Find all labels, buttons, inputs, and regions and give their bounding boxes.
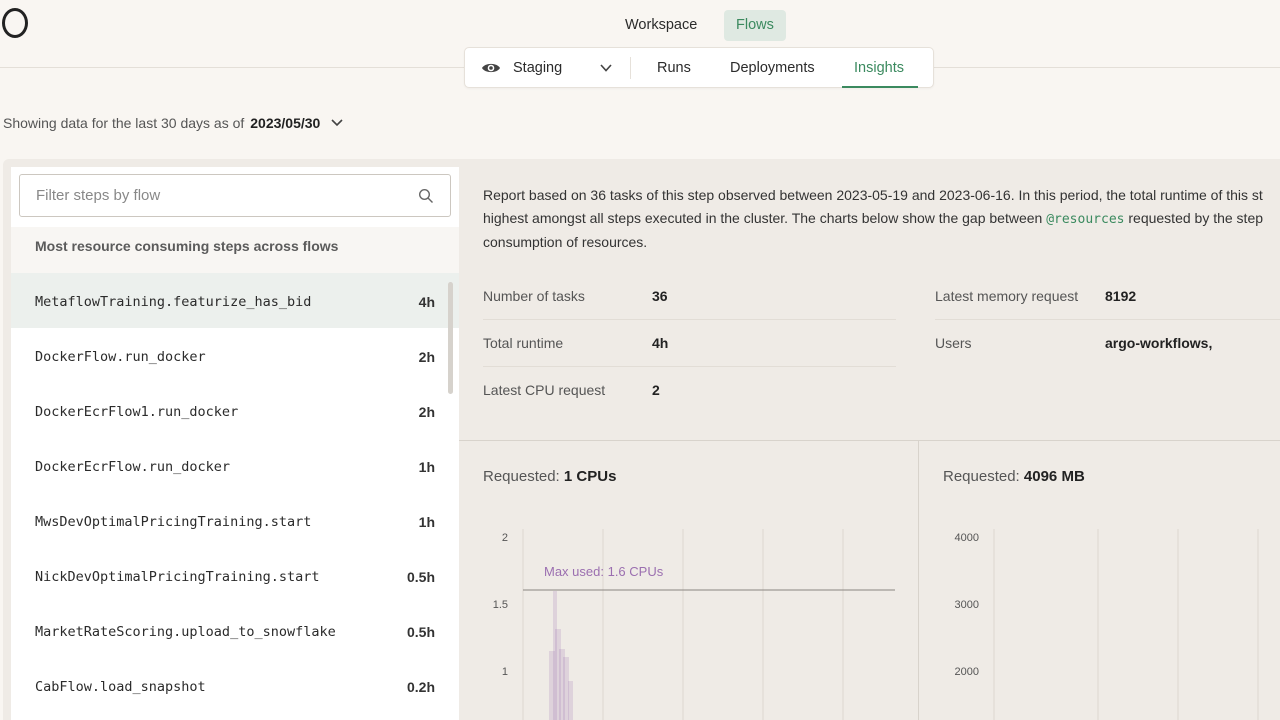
environment-label: Staging [513, 60, 563, 76]
stat-value: 4h [652, 335, 669, 351]
step-name: MarketRateScoring.upload_to_snowflake [35, 624, 336, 640]
step-duration: 2h [418, 349, 435, 365]
list-item[interactable]: DockerEcrFlow.run_docker 1h [11, 438, 459, 493]
tab-runs[interactable]: Runs [657, 48, 691, 88]
list-item[interactable]: MwsDevOptimalPricingTraining.start 1h [11, 493, 459, 548]
insights-main: Report based on 36 tasks of this step ob… [459, 159, 1280, 720]
step-duration: 0.5h [406, 569, 435, 585]
sub-navigation: Staging Runs Deployments Insights [464, 47, 934, 88]
report-line: highest amongst all steps executed in th… [483, 207, 1280, 232]
stat-label: Number of tasks [483, 288, 585, 304]
search-icon[interactable] [418, 188, 434, 204]
stat-total-runtime: Total runtime 4h [483, 320, 896, 367]
list-item[interactable]: DockerEcrFlow1.run_docker 2h [11, 383, 459, 438]
tab-deployments[interactable]: Deployments [730, 48, 815, 88]
list-item[interactable]: DockerFlow.run_docker 2h [11, 328, 459, 383]
stat-value: 8192 [1105, 288, 1137, 304]
steps-sidebar: Most resource consuming steps across flo… [11, 167, 459, 720]
step-name: DockerFlow.run_docker [35, 349, 206, 365]
divider [918, 441, 919, 720]
list-item[interactable]: CabFlow.load_snapshot 0.2h [11, 658, 459, 713]
eye-icon [482, 63, 500, 73]
memory-requested: Requested: 4096 MB [943, 468, 1085, 485]
step-duration: 0.5h [406, 624, 435, 640]
sidebar-heading: Most resource consuming steps across flo… [11, 227, 459, 273]
divider [459, 440, 1280, 441]
step-name: DockerEcrFlow1.run_docker [35, 404, 239, 420]
step-name: MetaflowTraining.featurize_has_bid [35, 294, 312, 310]
y-tick-label: 2 [502, 532, 508, 544]
active-tab-indicator [842, 86, 918, 88]
report-summary: Report based on 36 tasks of this step ob… [483, 184, 1280, 254]
filter-steps-field[interactable] [19, 174, 451, 217]
step-duration: 4h [418, 294, 435, 310]
list-item[interactable]: NickDevOptimalPricingTraining.start 0.5h [11, 548, 459, 603]
stat-value: argo-workflows, [1105, 335, 1213, 351]
sidebar-scrollbar[interactable] [448, 282, 453, 394]
flows-button[interactable]: Flows [724, 10, 786, 41]
stats-right: Latest memory request 8192 Users argo-wo… [935, 273, 1280, 367]
step-list: MetaflowTraining.featurize_has_bid 4h Do… [11, 273, 459, 713]
filter-steps-input[interactable] [36, 175, 406, 216]
date-filter-value: 2023/05/30 [250, 115, 321, 131]
y-tick-label: 3000 [955, 599, 979, 611]
step-duration: 1h [418, 514, 435, 530]
stat-label: Latest memory request [935, 288, 1079, 304]
y-tick-label: 2000 [955, 666, 979, 678]
resources-code: @resources [1046, 211, 1125, 227]
stat-users: Users argo-workflows, [935, 320, 1280, 367]
step-duration: 0.2h [406, 679, 435, 695]
stat-label: Users [935, 335, 972, 351]
stat-label: Latest CPU request [483, 382, 606, 398]
workspace-button[interactable]: Workspace [613, 10, 709, 41]
report-text: highest amongst all steps executed in th… [483, 209, 1047, 226]
chevron-down-icon [600, 64, 612, 72]
cpu-usage-chart: 2 1.5 1 Max used: 1.6 CPUs [493, 529, 895, 720]
cpu-requested-value: 1 CPUs [563, 468, 617, 485]
usage-bar [568, 681, 573, 720]
y-tick-label: 4000 [955, 532, 979, 544]
stat-value: 2 [652, 382, 660, 398]
y-tick-label: 1.5 [493, 599, 508, 611]
memory-usage-chart: 4000 3000 2000 [955, 529, 1259, 720]
stats-left: Number of tasks 36 Total runtime 4h Late… [483, 273, 896, 414]
report-line: Report based on 36 tasks of this step ob… [483, 187, 1263, 203]
divider [630, 57, 631, 79]
step-name: NickDevOptimalPricingTraining.start [35, 569, 320, 585]
stat-number-of-tasks: Number of tasks 36 [483, 273, 896, 320]
step-duration: 2h [418, 404, 435, 420]
cpu-requested: Requested: 1 CPUs [483, 468, 616, 485]
stat-value: 36 [652, 288, 668, 304]
max-used-label: Max used: 1.6 CPUs [544, 564, 664, 579]
step-name: MwsDevOptimalPricingTraining.start [35, 514, 312, 530]
memory-requested-value: 4096 MB [1023, 468, 1085, 485]
step-duration: 1h [418, 459, 435, 475]
step-name: DockerEcrFlow.run_docker [35, 459, 231, 475]
step-name: CabFlow.load_snapshot [35, 679, 206, 695]
report-text: requested by the step [1124, 209, 1264, 226]
report-line: consumption of resources. [483, 234, 648, 250]
date-filter-prefix: Showing data for the last 30 days as of [3, 115, 245, 131]
stat-label: Total runtime [483, 335, 564, 351]
memory-requested-label: Requested: [943, 468, 1020, 485]
cpu-requested-label: Requested: [483, 468, 560, 485]
list-item[interactable]: MarketRateScoring.upload_to_snowflake 0.… [11, 603, 459, 658]
date-filter[interactable]: Showing data for the last 30 days as of 2… [3, 115, 344, 131]
chevron-down-icon [331, 119, 343, 127]
stat-latest-cpu: Latest CPU request 2 [483, 367, 896, 414]
stat-latest-memory: Latest memory request 8192 [935, 273, 1280, 320]
list-item[interactable]: MetaflowTraining.featurize_has_bid 4h [11, 273, 459, 328]
y-tick-label: 1 [502, 666, 508, 678]
tab-insights[interactable]: Insights [854, 48, 904, 88]
